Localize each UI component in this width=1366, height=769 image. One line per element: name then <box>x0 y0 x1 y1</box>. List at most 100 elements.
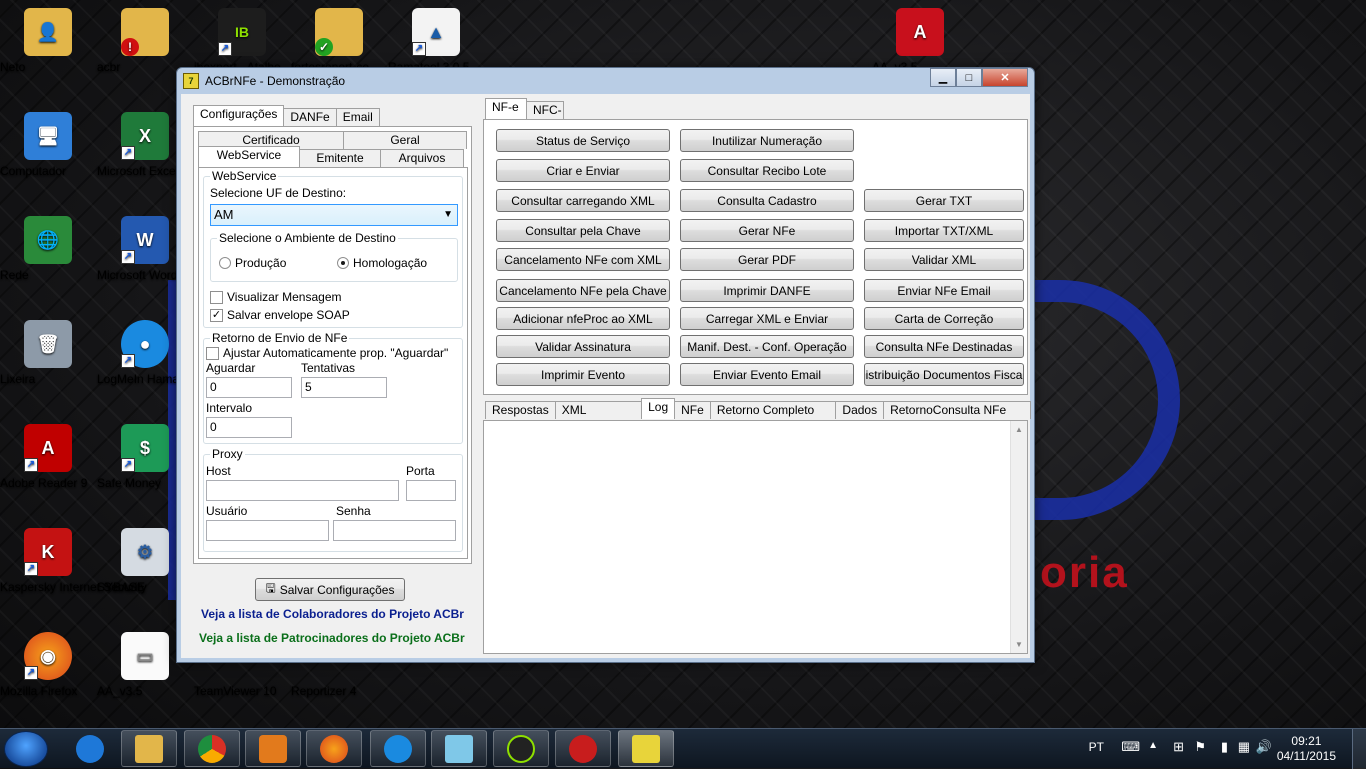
aguardar-input[interactable]: 0 <box>206 377 292 398</box>
desktop-icon-fortesreport[interactable]: ✓fortesreport-ce <box>291 8 387 74</box>
close-button[interactable]: ✕ <box>982 68 1028 87</box>
nfe-action-col1-button-3[interactable]: Consultar pela Chave <box>496 219 670 242</box>
tab-emitente[interactable]: Emitente <box>299 149 381 167</box>
nfe-action-col2-button-7[interactable]: Manif. Dest. - Conf. Operação <box>680 335 854 358</box>
patrocinadores-link[interactable]: Veja a lista de Patrocinadores do Projet… <box>199 631 465 645</box>
desktop-icon-kaspersky[interactable]: K ↗ Kaspersky Internet Security <box>0 528 147 594</box>
nfe-action-col1-button-5[interactable]: Cancelamento NFe pela Chave <box>496 279 670 302</box>
salvar-envelope-checkbox[interactable]: ✓ Salvar envelope SOAP <box>210 308 350 322</box>
result-tab-0[interactable]: Respostas <box>485 401 556 419</box>
nfe-action-col1-button-8[interactable]: Imprimir Evento <box>496 363 670 386</box>
tab-arquivos[interactable]: Arquivos <box>380 149 464 167</box>
proxy-group: Proxy Host Porta Usuário Senha <box>203 447 463 552</box>
result-tab-1[interactable]: XML Resposta <box>554 401 643 434</box>
tab-danfe[interactable]: DANFe <box>283 108 337 126</box>
taskbar-firefox[interactable] <box>306 730 362 767</box>
nfe-action-col1-button-7[interactable]: Validar Assinatura <box>496 335 670 358</box>
visualizar-mensagem-checkbox[interactable]: Visualizar Mensagem <box>210 290 342 304</box>
log-scrollbar[interactable]: ▲ ▼ <box>1010 421 1027 653</box>
nfe-action-col1-button-1[interactable]: Criar e Enviar <box>496 159 670 182</box>
result-tab-6[interactable]: RetornoConsulta NFe 2.01 <box>883 401 1031 434</box>
scroll-up-icon[interactable]: ▲ <box>1011 425 1027 434</box>
nfe-action-col1-button-2[interactable]: Consultar carregando XML <box>496 189 670 212</box>
desktop-icon-acbr[interactable]: ! acbr <box>97 8 193 74</box>
nfe-action-col1-button-0[interactable]: Status de Serviço <box>496 129 670 152</box>
nfe-action-col3-button-2[interactable]: Validar XML <box>864 248 1024 271</box>
nfe-action-col2-button-3[interactable]: Gerar NFe <box>680 219 854 242</box>
salvar-configuracoes-button[interactable]: 🖫 Salvar Configurações <box>255 578 405 601</box>
result-tab-2[interactable]: Log <box>641 398 676 419</box>
clock[interactable]: 09:21 04/11/2015 <box>1277 734 1336 764</box>
nfe-action-col3-button-3[interactable]: Enviar NFe Email <box>864 279 1024 302</box>
power-icon[interactable]: ▮ <box>1221 739 1228 755</box>
start-button[interactable] <box>4 731 48 767</box>
colaboradores-link[interactable]: Veja a lista de Colaboradores do Projeto… <box>201 607 464 621</box>
language-indicator[interactable]: PT <box>1089 740 1104 754</box>
radio-producao[interactable]: Produção <box>219 256 286 270</box>
tentativas-input[interactable]: 5 <box>301 377 387 398</box>
taskbar-ramatool[interactable] <box>431 730 487 767</box>
log-textarea[interactable]: ▲ ▼ <box>483 420 1028 654</box>
nfe-action-col2-button-6[interactable]: Carregar XML e Enviar <box>680 307 854 330</box>
nfe-action-col3-button-0[interactable]: Gerar TXT <box>864 189 1024 212</box>
keyboard-icon[interactable]: ⌨ <box>1121 739 1140 755</box>
windows-flag-icon[interactable]: ⊞ <box>1173 739 1184 755</box>
taskbar-hamachi[interactable] <box>370 730 426 767</box>
nfe-action-col2-button-5[interactable]: Imprimir DANFE <box>680 279 854 302</box>
radio-homologacao[interactable]: Homologação <box>337 256 427 270</box>
desktop-icon-firefox[interactable]: ◉ ↗ Mozilla Firefox <box>0 632 96 698</box>
tab-email[interactable]: Email <box>335 108 380 126</box>
nfe-action-col2-button-1[interactable]: Consultar Recibo Lote <box>680 159 854 182</box>
action-center-icon[interactable]: ⚑ <box>1194 739 1206 755</box>
desktop-icon-adobe[interactable]: A ↗ Adobe Reader 9 <box>0 424 96 490</box>
desktop-icon-rede[interactable]: 🌐 Rede <box>0 216 96 282</box>
nfe-action-col2-button-2[interactable]: Consulta Cadastro <box>680 189 854 212</box>
desktop-icon-neto[interactable]: 👤 Neto <box>0 8 96 74</box>
taskbar-bank[interactable] <box>555 730 611 767</box>
minimize-button[interactable]: ▁ <box>930 68 956 87</box>
nfe-action-col2-button-4[interactable]: Gerar PDF <box>680 248 854 271</box>
result-tab-5[interactable]: Dados <box>835 401 885 419</box>
desktop-icon-lixeira[interactable]: 🗑 Lixeira <box>0 320 96 386</box>
desktop-icon-computador[interactable]: 🖥 Computador <box>0 112 96 178</box>
show-hidden-icons-icon[interactable]: ▲ <box>1148 740 1158 751</box>
volume-icon[interactable]: 🔊 <box>1256 739 1272 755</box>
tab-webservice[interactable]: WebService <box>198 146 300 167</box>
network-icon[interactable]: ▦ <box>1238 739 1250 755</box>
uf-select[interactable]: AM ▼ <box>210 204 458 226</box>
porta-input[interactable] <box>406 480 456 501</box>
nfe-action-col3-button-1[interactable]: Importar TXT/XML <box>864 219 1024 242</box>
usuario-input[interactable] <box>206 520 329 541</box>
taskbar-ibexpert[interactable] <box>493 730 549 767</box>
taskbar-chrome[interactable] <box>184 730 240 767</box>
nfe-action-col3-button-4[interactable]: Carta de Correção <box>864 307 1024 330</box>
desktop-icon-ramatool[interactable]: ▲↗Ramatool 3.0.5 <box>388 8 484 74</box>
nfe-action-col1-button-6[interactable]: Adicionar nfeProc ao XML <box>496 307 670 330</box>
acbrnfe-window[interactable]: 7 ACBrNFe - Demonstração ▁ □ ✕ Configura… <box>176 67 1035 663</box>
tab-geral[interactable]: Geral <box>343 131 467 149</box>
nfe-action-col1-button-4[interactable]: Cancelamento NFe com XML <box>496 248 670 271</box>
nfe-action-col2-button-8[interactable]: Enviar Evento Email <box>680 363 854 386</box>
nfe-action-col2-button-0[interactable]: Inutilizar Numeração <box>680 129 854 152</box>
nfe-action-col3-button-5[interactable]: Consulta NFe Destinadas <box>864 335 1024 358</box>
scroll-down-icon[interactable]: ▼ <box>1011 640 1027 649</box>
result-tab-3[interactable]: NFe <box>674 401 711 419</box>
window-titlebar[interactable]: 7 ACBrNFe - Demonstração <box>177 68 1034 94</box>
desktop-icon-ibexpert[interactable]: IB↗ibexpert - Atalho <box>194 8 290 74</box>
taskbar-acbrnfe[interactable] <box>618 730 674 767</box>
host-input[interactable] <box>206 480 399 501</box>
tab-configuracoes[interactable]: Configurações <box>193 105 285 126</box>
desktop-icon-aa[interactable]: AAA_v3.5 <box>872 8 968 74</box>
result-tab-4[interactable]: Retorno Completo WS <box>709 401 837 434</box>
taskbar-explorer[interactable] <box>121 730 177 767</box>
show-desktop-button[interactable] <box>1352 729 1366 769</box>
senha-input[interactable] <box>333 520 456 541</box>
maximize-button[interactable]: □ <box>956 68 982 87</box>
taskbar-media[interactable] <box>245 730 301 767</box>
taskbar-ie[interactable] <box>62 730 118 767</box>
tab-nfce[interactable]: NFC-e <box>526 101 564 134</box>
ajustar-aguardar-checkbox[interactable]: Ajustar Automaticamente prop. "Aguardar" <box>206 346 448 360</box>
intervalo-input[interactable]: 0 <box>206 417 292 438</box>
nfe-action-col3-button-6[interactable]: Distribuição Documentos Fiscais <box>864 363 1024 386</box>
tab-nfe[interactable]: NF-e <box>485 98 527 119</box>
